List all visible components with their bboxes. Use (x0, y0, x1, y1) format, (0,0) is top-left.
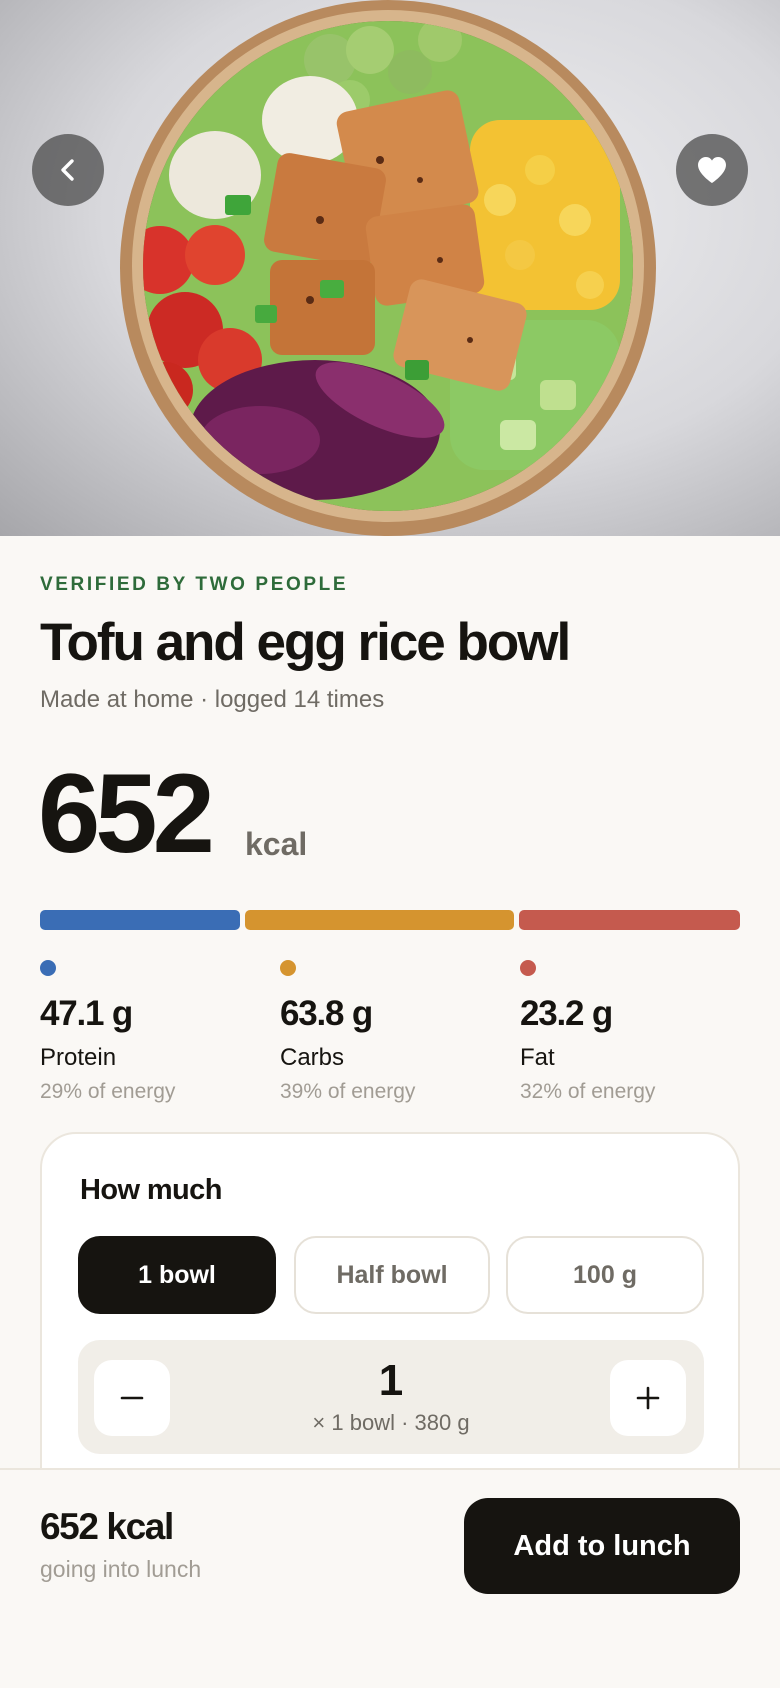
carbs-label: Carbs (280, 1044, 345, 1071)
meal-title: Tofu and egg rice bowl (40, 613, 571, 672)
chevron-left-icon (61, 159, 74, 181)
bottom-action-bar: 652 kcal going into lunch Add to lunch (0, 1468, 780, 1688)
macro-protein: 47.1 g Protein 29% of energy (40, 960, 260, 1104)
protein-bar-segment (40, 910, 241, 930)
fat-label: Fat (520, 1044, 555, 1071)
calorie-total: 652 (38, 751, 215, 876)
carbs-value: 63.8 g (280, 994, 373, 1033)
fat-energy: 32% of energy (520, 1080, 656, 1103)
portion-option-one-bowl[interactable]: 1 bowl (78, 1236, 276, 1314)
portion-title: How much (80, 1174, 222, 1206)
fat-value: 23.2 g (520, 994, 613, 1033)
protein-value: 47.1 g (40, 994, 133, 1033)
macro-energy-bar (40, 910, 740, 930)
protein-energy: 29% of energy (40, 1080, 176, 1103)
macro-carbs: 63.8 g Carbs 39% of energy (280, 960, 500, 1104)
add-to-lunch-button[interactable]: Add to lunch (464, 1498, 740, 1594)
portion-option-half-bowl[interactable]: Half bowl (294, 1236, 490, 1314)
food-bowl-photo (120, 0, 656, 536)
increase-button[interactable] (610, 1360, 686, 1436)
protein-dot-icon (40, 960, 56, 976)
plus-icon (636, 1386, 660, 1410)
carbs-energy: 39% of energy (280, 1080, 416, 1103)
meal-subtitle: Made at home · logged 14 times (40, 686, 385, 713)
carbs-bar-segment (245, 910, 515, 930)
protein-label: Protein (40, 1044, 117, 1071)
favorite-button[interactable] (676, 134, 748, 206)
footer-calories: 652 kcal (40, 1506, 174, 1547)
hero-image (0, 0, 780, 536)
back-button[interactable] (32, 134, 104, 206)
verified-label: VERIFIED BY TWO PEOPLE (40, 574, 349, 595)
calorie-unit: kcal (245, 826, 308, 862)
heart-icon (698, 157, 726, 183)
fat-dot-icon (520, 960, 536, 976)
portion-option-100g[interactable]: 100 g (506, 1236, 704, 1314)
carbs-dot-icon (280, 960, 296, 976)
macro-fat: 23.2 g Fat 32% of energy (520, 960, 740, 1104)
fat-bar-segment (519, 910, 740, 930)
footer-note: going into lunch (40, 1556, 202, 1582)
quantity-stepper: 1 × 1 bowl · 380 g (78, 1340, 704, 1454)
